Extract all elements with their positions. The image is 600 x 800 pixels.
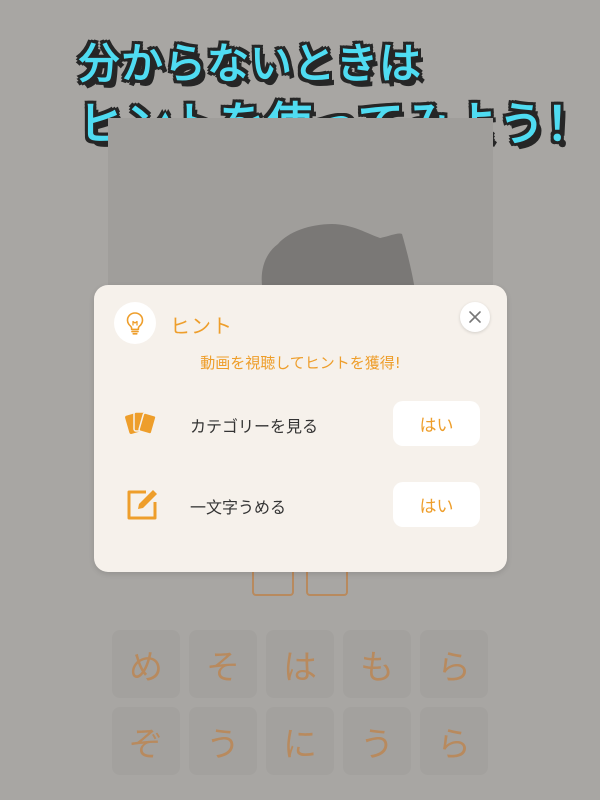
dialog-subtitle: 動画を視聴してヒントを獲得! — [200, 354, 401, 372]
cards-icon — [125, 411, 157, 435]
answer-box-1 — [252, 568, 294, 596]
answer-box-2 — [306, 568, 348, 596]
letter-keyboard: め そ は も ら ぞ う に う ら — [112, 630, 490, 775]
option-fill-letter-label: 一文字うめる — [190, 498, 287, 517]
letter-key[interactable]: も — [343, 630, 411, 698]
option-category-label: カテゴリーを見る — [190, 417, 319, 436]
show-category-yes-button[interactable]: はい — [393, 401, 480, 446]
letter-key[interactable]: め — [112, 630, 180, 698]
close-button[interactable] — [460, 302, 490, 332]
letter-key[interactable]: そ — [189, 630, 257, 698]
letter-key[interactable]: ら — [420, 630, 488, 698]
letter-key[interactable]: に — [266, 707, 334, 775]
letter-key[interactable]: ぞ — [112, 707, 180, 775]
dialog-title: ヒント — [170, 314, 233, 338]
letter-key[interactable]: ら — [420, 707, 488, 775]
hint-dialog: ヒント 動画を視聴してヒントを獲得! カテゴリーを見る はい 一文字うめる はい — [94, 285, 507, 572]
close-icon — [469, 311, 481, 323]
letter-key[interactable]: う — [189, 707, 257, 775]
fill-letter-yes-button[interactable]: はい — [393, 482, 480, 527]
edit-icon — [127, 490, 157, 520]
letter-key[interactable]: は — [266, 630, 334, 698]
lightbulb-icon — [114, 302, 156, 344]
letter-key[interactable]: う — [343, 707, 411, 775]
headline-line-1: 分からないときは — [78, 39, 423, 88]
